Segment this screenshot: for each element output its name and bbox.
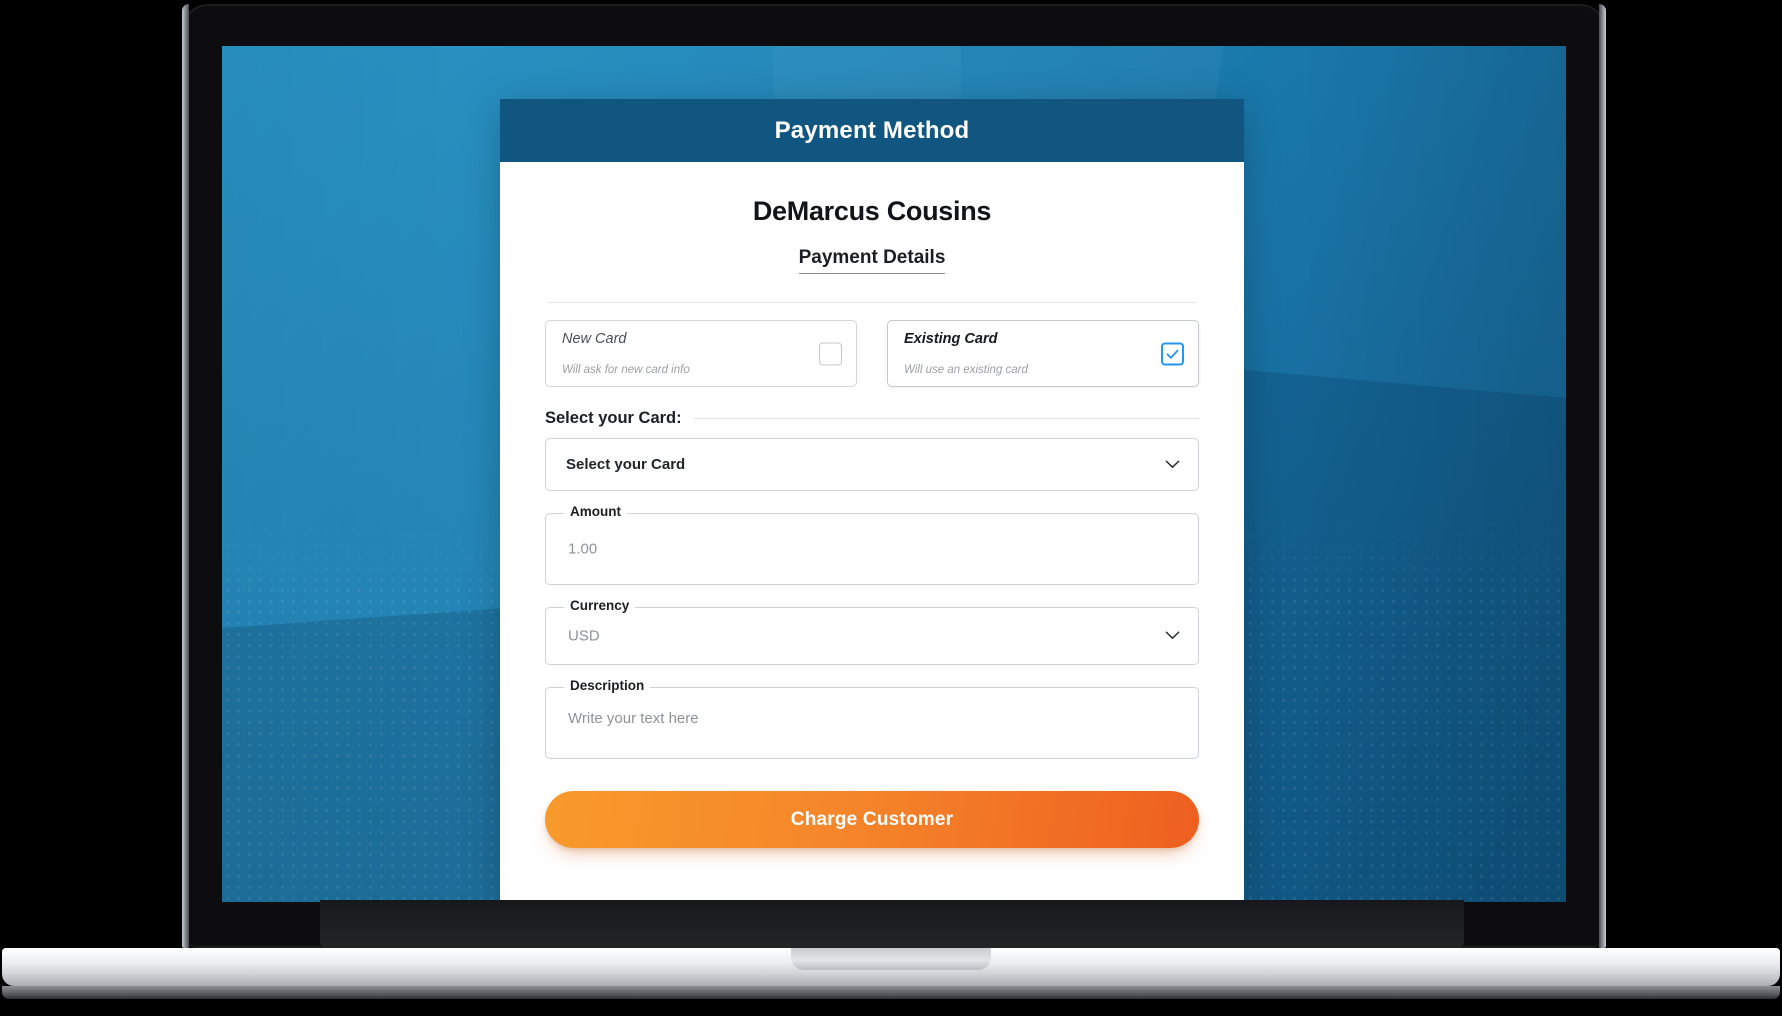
select-card-legend-row: Select your Card: [545, 409, 1199, 428]
card-option-row: New Card Will ask for new card info Exis… [545, 320, 1199, 387]
card-option-title: New Card [562, 331, 627, 347]
checkbox-empty-icon[interactable] [819, 342, 842, 365]
divider [547, 302, 1197, 303]
charge-button-wrap: Charge Customer [545, 791, 1199, 848]
select-card-value: Select your Card [566, 456, 686, 473]
card-option-title: Existing Card [904, 331, 998, 347]
description-textarea[interactable]: Description Write your text here [545, 679, 1199, 759]
payment-method-panel: Payment Method DeMarcus Cousins Payment … [500, 99, 1244, 902]
customer-name: DeMarcus Cousins [752, 196, 992, 226]
page-title: Payment Method [774, 116, 970, 144]
laptop-lid-edge-left [182, 4, 189, 948]
charge-customer-button[interactable]: Charge Customer [545, 791, 1199, 848]
currency-label: Currency [564, 599, 636, 613]
panel-header: Payment Method [500, 99, 1244, 162]
currency-select[interactable]: Currency USD [545, 599, 1199, 665]
currency-value: USD [568, 627, 600, 645]
laptop-base-foot [2, 986, 1780, 999]
laptop-lid-edge-right [1599, 4, 1606, 948]
description-label: Description [564, 679, 651, 693]
panel-body: DeMarcus Cousins Payment Details New Car… [500, 162, 1244, 902]
amount-field[interactable]: Amount 1.00 [545, 505, 1199, 585]
laptop-base-notch [791, 948, 991, 970]
section-title: Payment Details [798, 247, 946, 274]
card-option-existing-card[interactable]: Existing Card Will use an existing card [887, 320, 1199, 387]
card-option-new-card[interactable]: New Card Will ask for new card info [545, 320, 857, 387]
legend-rule [693, 418, 1199, 419]
laptop-mockup-scene: Payment Method DeMarcus Cousins Payment … [0, 0, 1782, 1016]
section-title-wrap: Payment Details [545, 247, 1199, 274]
description-placeholder: Write your text here [568, 710, 699, 727]
amount-label: Amount [564, 505, 627, 519]
chevron-down-icon [1165, 456, 1180, 474]
select-card-dropdown[interactable]: Select your Card [545, 438, 1199, 491]
chevron-down-icon [1165, 627, 1180, 645]
card-option-subtitle: Will use an existing card [904, 363, 1028, 376]
card-option-subtitle: Will ask for new card info [562, 363, 690, 376]
select-card-legend-label: Select your Card: [545, 409, 682, 427]
laptop-hinge [320, 900, 1464, 948]
amount-value: 1.00 [568, 540, 598, 558]
checkbox-checked-icon[interactable] [1161, 342, 1184, 365]
screen-viewport: Payment Method DeMarcus Cousins Payment … [222, 46, 1566, 902]
